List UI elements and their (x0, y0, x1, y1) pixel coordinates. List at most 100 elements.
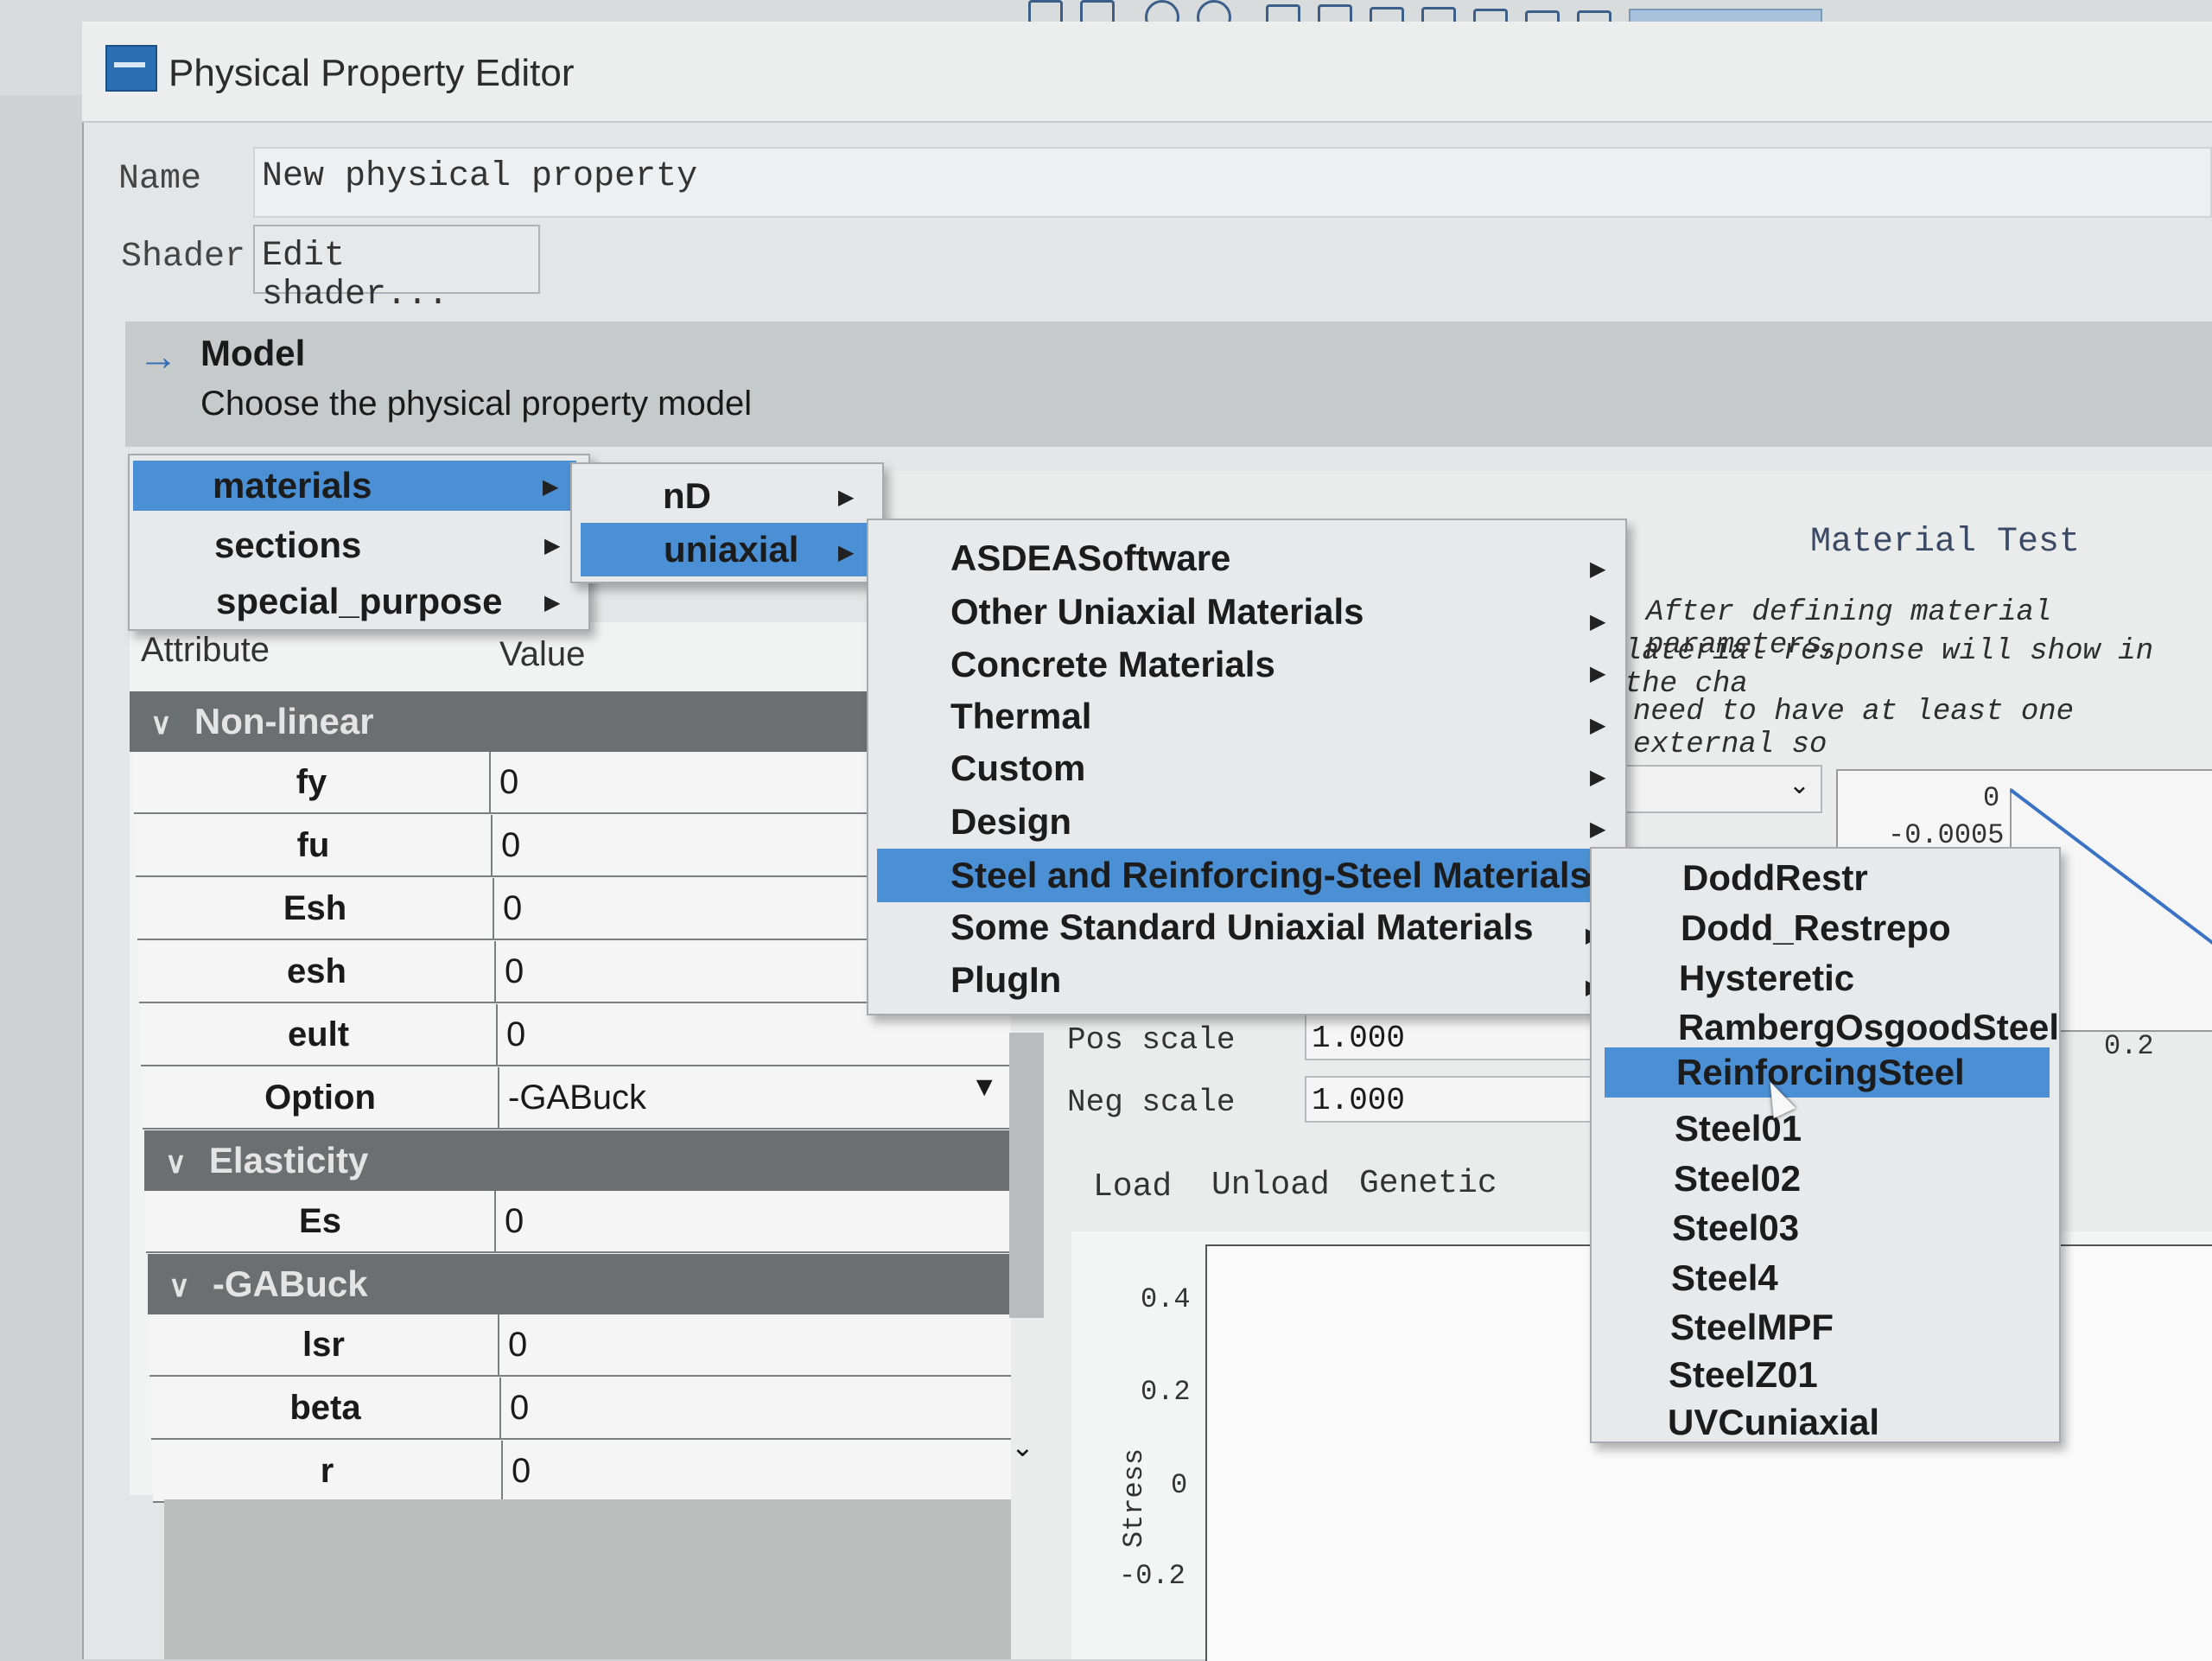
menu-item-label: materials (213, 465, 372, 506)
attribute-name: r (153, 1441, 503, 1501)
table-row[interactable]: lsr 0 (149, 1314, 1011, 1377)
attribute-name: Es (146, 1191, 496, 1251)
menu-item-concrete[interactable]: Concrete Materials (950, 644, 1275, 685)
y-tick-label: 0 (1171, 1469, 1188, 1501)
attribute-value[interactable]: 0 (496, 878, 522, 939)
menu-item-nd[interactable]: nD (663, 471, 711, 521)
table-row[interactable]: beta 0 (151, 1378, 1011, 1440)
attribute-value[interactable]: 0 (499, 1004, 525, 1065)
menu-item-steelz01[interactable]: SteelZ01 (1669, 1354, 1818, 1396)
attribute-value[interactable]: 0 (505, 1441, 531, 1501)
menu-item-steelmpf[interactable]: SteelMPF (1670, 1307, 1834, 1348)
table-row[interactable]: Option -GABuck ▼ (143, 1067, 1011, 1130)
group-header-elasticity[interactable]: ∨ Elasticity (144, 1130, 1011, 1191)
table-empty-area (164, 1499, 1011, 1659)
menu-item-uvcuniaxial[interactable]: UVCuniaxial (1668, 1402, 1879, 1443)
pos-scale-label: Pos scale (1067, 1022, 1236, 1058)
y-tick-label: 0.2 (1141, 1376, 1191, 1408)
y-axis-label: Stress (1118, 1448, 1151, 1549)
attribute-name: fy (134, 752, 491, 812)
menu-item-steel4[interactable]: Steel4 (1671, 1257, 1778, 1299)
test-info-line: laterial response will show in the cha (1624, 635, 2154, 701)
test-info-line: need to have at least one external so (1633, 696, 2075, 761)
attribute-name: fu (136, 815, 493, 875)
submenu-arrow-icon: ▶ (1590, 557, 1606, 581)
menu-item-standard-uniaxial[interactable]: Some Standard Uniaxial Materials (950, 907, 1534, 948)
attribute-name: eult (141, 1004, 498, 1065)
chevron-down-icon: ∨ (165, 1147, 187, 1180)
model-title: Model (200, 333, 306, 373)
attribute-value[interactable]: 0 (498, 1191, 524, 1251)
submenu-arrow-icon: ▶ (1590, 714, 1606, 737)
chevron-down-icon: ∨ (150, 708, 172, 741)
edit-shader-button[interactable]: Edit shader... (253, 225, 540, 315)
window-title: Physical Property Editor (168, 52, 575, 94)
submenu-arrow-icon: ▶ (543, 475, 559, 499)
table-row[interactable]: r 0 (153, 1441, 1011, 1503)
mini-tick-label: 0.2 (2104, 1030, 2154, 1062)
menu-item-reinforcingsteel[interactable]: ReinforcingSteel (1605, 1047, 2050, 1098)
submenu-arrow-icon: ▶ (544, 591, 561, 614)
app-icon (105, 45, 157, 92)
submenu-arrow-icon: ▶ (838, 541, 855, 564)
attribute-name: lsr (149, 1314, 499, 1375)
neg-scale-field[interactable]: 1.000 (1305, 1076, 1603, 1123)
menu-item-label: uniaxial (664, 529, 799, 570)
test-source-dropdown[interactable]: ⌄ (1624, 765, 1822, 813)
menu-item-label: ReinforcingSteel (1676, 1052, 1965, 1092)
attribute-value[interactable]: 0 (501, 1314, 527, 1375)
submenu-arrow-icon: ▶ (1590, 610, 1606, 633)
tab-genetic[interactable]: Genetic (1359, 1165, 1497, 1202)
table-scrollbar[interactable] (1009, 1033, 1044, 1318)
mini-tick-label: 0 (1983, 782, 2000, 814)
arrow-right-icon: → (138, 334, 178, 379)
menu-item-special-purpose[interactable]: special_purpose (216, 576, 502, 627)
attribute-name: Option (143, 1067, 499, 1128)
submenu-arrow-icon: ▶ (1590, 818, 1606, 841)
attribute-value[interactable]: 0 (498, 941, 524, 1002)
table-row[interactable]: Es 0 (146, 1191, 1011, 1253)
attribute-name: beta (151, 1378, 501, 1438)
pos-scale-field[interactable]: 1.000 (1305, 1014, 1603, 1060)
menu-item-thermal[interactable]: Thermal (950, 696, 1091, 737)
menu-item-rambergosgoodsteel[interactable]: RambergOsgoodSteel (1678, 1007, 2059, 1048)
dropdown-arrow-icon[interactable]: ▼ (970, 1071, 998, 1103)
tab-unload[interactable]: Unload (1211, 1167, 1330, 1204)
menu-item-custom[interactable]: Custom (950, 748, 1085, 789)
y-tick-label: 0.4 (1141, 1283, 1191, 1315)
menu-item-uniaxial[interactable]: uniaxial (581, 523, 870, 576)
menu-item-hysteretic[interactable]: Hysteretic (1679, 958, 1854, 999)
attribute-value[interactable]: 0 (493, 752, 518, 812)
option-select[interactable]: -GABuck (501, 1067, 1005, 1128)
menu-item-other-uniaxial[interactable]: Other Uniaxial Materials (950, 591, 1364, 633)
shader-label: Shader (121, 238, 246, 277)
menu-item-dodd-restrepo[interactable]: Dodd_Restrepo (1681, 907, 1951, 949)
submenu-arrow-icon: ▶ (838, 486, 855, 509)
menu-item-plugin[interactable]: PlugIn (950, 959, 1061, 1001)
attribute-name: esh (139, 941, 496, 1002)
attribute-value[interactable]: 0 (494, 815, 520, 875)
menu-item-steel02[interactable]: Steel02 (1674, 1158, 1801, 1200)
name-field[interactable]: New physical property (253, 147, 2212, 218)
material-test-title: Material Test (1810, 523, 2081, 562)
attribute-value[interactable]: 0 (503, 1378, 529, 1438)
menu-level1: materials ▶ sections ▶ special_purpose ▶ (128, 454, 590, 631)
tab-load[interactable]: Load (1093, 1168, 1172, 1206)
menu-item-materials[interactable]: materials (133, 461, 576, 511)
column-header-value: Value (499, 635, 586, 673)
menu-item-steel03[interactable]: Steel03 (1672, 1207, 1799, 1249)
menu-item-doddrestr[interactable]: DoddRestr (1682, 857, 1868, 899)
menu-level2: nD ▶ uniaxial ▶ (570, 462, 884, 583)
menu-item-asdeasoftware[interactable]: ASDEASoftware (950, 538, 1230, 579)
group-label: Elasticity (208, 1140, 369, 1181)
menu-item-design[interactable]: Design (950, 801, 1071, 843)
scroll-down-icon[interactable]: ⌄ (1011, 1430, 1034, 1463)
y-tick-label: -0.2 (1119, 1560, 1185, 1592)
menu-level4: DoddRestr Dodd_Restrepo Hysteretic Rambe… (1590, 847, 2061, 1443)
group-label: -GABuck (212, 1263, 368, 1304)
group-header-nonlinear[interactable]: ∨ Non-linear (130, 691, 881, 752)
group-header-gabuck[interactable]: ∨ -GABuck (148, 1254, 1011, 1314)
menu-item-steel-reinforcing[interactable]: Steel and Reinforcing-Steel Materials (877, 849, 1616, 902)
menu-item-sections[interactable]: sections (214, 520, 361, 570)
attribute-name: Esh (137, 878, 494, 939)
